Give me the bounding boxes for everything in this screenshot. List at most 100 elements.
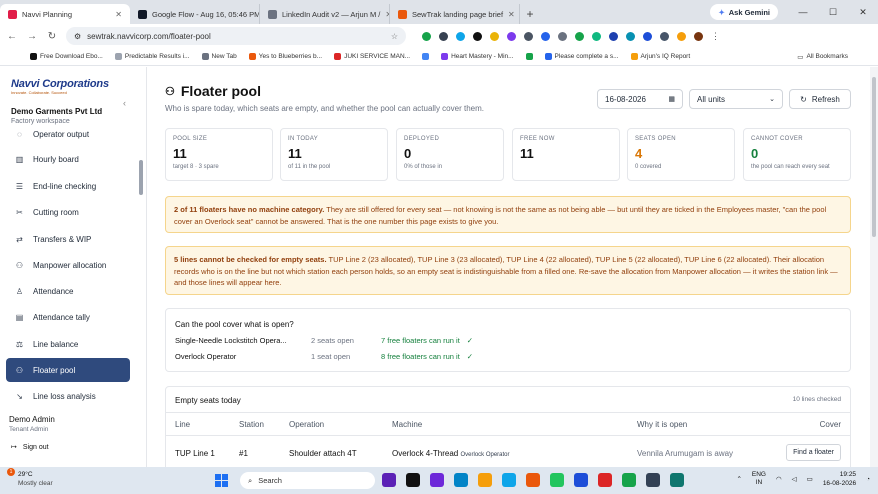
app-icon[interactable] bbox=[430, 473, 444, 487]
app-icon[interactable] bbox=[454, 473, 468, 487]
notification-badge: 1 bbox=[7, 468, 15, 476]
app-icon[interactable] bbox=[382, 473, 396, 487]
extension-icon[interactable] bbox=[524, 31, 533, 41]
tab-close-icon[interactable]: ✕ bbox=[115, 10, 122, 19]
site-info-icon[interactable]: ⚙ bbox=[74, 32, 81, 41]
browser-tab[interactable]: SewTrak landing page brief ✕ bbox=[390, 4, 520, 24]
extension-icon[interactable] bbox=[541, 31, 550, 41]
menu-dots-icon[interactable]: ⋮ bbox=[711, 31, 720, 42]
ask-gemini-button[interactable]: ✦ Ask Gemini bbox=[710, 4, 778, 20]
sidebar-item-attendance[interactable]: ♙ Attendance bbox=[6, 279, 130, 303]
extension-icon[interactable] bbox=[592, 31, 601, 41]
sidebar-item-cutting-room[interactable]: ✂ Cutting room bbox=[6, 200, 130, 224]
bookmark-item[interactable]: Yes to Blueberries b... bbox=[248, 53, 322, 60]
extension-icon[interactable] bbox=[609, 31, 618, 41]
bookmark-item[interactable] bbox=[422, 53, 430, 60]
bookmark-item[interactable]: Arjun's IQ Report bbox=[630, 53, 690, 60]
app-icon[interactable] bbox=[670, 473, 684, 487]
extension-icon[interactable] bbox=[473, 31, 482, 41]
edge-icon[interactable] bbox=[502, 473, 516, 487]
extension-icon[interactable] bbox=[643, 31, 652, 41]
extension-icon[interactable] bbox=[422, 31, 431, 41]
url-field[interactable]: ⚙ sewtrak.navvicorp.com/floater-pool ☆ bbox=[66, 27, 406, 45]
extension-icon[interactable] bbox=[456, 31, 465, 41]
sidebar-scrollbar[interactable] bbox=[139, 160, 143, 195]
extension-icon[interactable] bbox=[575, 31, 584, 41]
bookmark-item[interactable]: JUKI SERVICE MAN... bbox=[334, 53, 410, 60]
clock-time: 19:25 bbox=[839, 471, 857, 478]
bookmark-star-icon[interactable]: ☆ bbox=[391, 32, 398, 41]
extension-icon[interactable] bbox=[507, 31, 516, 41]
app-icon[interactable] bbox=[406, 473, 420, 487]
sidebar-item-line-loss-analysis[interactable]: ↘ Line loss analysis bbox=[6, 384, 130, 405]
page-scrollbar-thumb[interactable] bbox=[872, 77, 876, 237]
taskbar-search[interactable]: ⌕ Search bbox=[240, 472, 375, 489]
extension-icon[interactable] bbox=[660, 31, 669, 41]
maximize-icon[interactable]: ☐ bbox=[818, 0, 848, 24]
sidebar-item-end-line-checking[interactable]: ☰ End-line checking bbox=[6, 174, 130, 198]
windows-start-icon[interactable] bbox=[215, 474, 228, 487]
app-icon[interactable] bbox=[574, 473, 588, 487]
volume-icon[interactable]: ◁ bbox=[792, 475, 797, 483]
extension-icon[interactable] bbox=[558, 31, 567, 41]
sidebar-item-attendance-tally[interactable]: ▤ Attendance tally bbox=[6, 305, 130, 329]
extension-icon[interactable] bbox=[439, 31, 448, 41]
sidebar-item-hourly-board[interactable]: ▥ Hourly board bbox=[6, 147, 130, 171]
chevron-up-icon[interactable]: ⌃ bbox=[736, 475, 741, 483]
close-window-icon[interactable]: ✕ bbox=[848, 0, 878, 24]
sidebar-item-operator-output[interactable]: ◌ Operator output bbox=[6, 130, 130, 146]
date-picker[interactable]: 16-08-2026 ▦ bbox=[597, 89, 683, 109]
new-tab-button[interactable]: + bbox=[520, 4, 540, 24]
brave-icon[interactable] bbox=[526, 473, 540, 487]
chrome-icon[interactable] bbox=[622, 473, 636, 487]
bookmark-item[interactable]: New Tab bbox=[201, 53, 237, 60]
user-role: Tenant Admin bbox=[9, 426, 49, 433]
notifications-icon[interactable]: ◔ bbox=[866, 476, 870, 483]
language-indicator[interactable]: ENG IN bbox=[752, 471, 766, 487]
extension-icon[interactable] bbox=[490, 31, 499, 41]
bookmark-item[interactable]: Heart Mastery - Min... bbox=[441, 53, 514, 60]
bookmark-item[interactable] bbox=[525, 53, 533, 60]
file-explorer-icon[interactable] bbox=[478, 473, 492, 487]
browser-tab[interactable]: LinkedIn Audit v2 — Arjun M / ✕ bbox=[260, 4, 390, 24]
all-bookmarks[interactable]: ▭ All Bookmarks bbox=[797, 53, 848, 61]
divider bbox=[166, 412, 850, 413]
weather-widget[interactable]: 1 29°C Mostly clear bbox=[7, 468, 53, 488]
extension-icon[interactable] bbox=[677, 31, 686, 41]
units-select[interactable]: All units ⌄ bbox=[689, 89, 783, 109]
tab-favicon-icon bbox=[8, 9, 17, 19]
weather-desc: Mostly clear bbox=[18, 480, 53, 487]
reload-icon[interactable]: ↻ bbox=[46, 31, 58, 42]
forward-icon[interactable]: → bbox=[26, 31, 38, 42]
browser-tab[interactable]: Google Flow - Aug 16, 05:46 PM ✕ bbox=[130, 4, 260, 24]
chrome-icon[interactable] bbox=[550, 473, 564, 487]
extension-icon[interactable] bbox=[626, 31, 635, 41]
profile-avatar-icon[interactable] bbox=[694, 31, 703, 41]
find-floater-button[interactable]: Find a floater bbox=[786, 444, 841, 461]
brand-logo[interactable]: Navvi Corporations Innovate. Collaborate… bbox=[11, 78, 121, 95]
scissors-icon: ✂ bbox=[16, 207, 23, 217]
sidebar-item-transfers[interactable]: ⇄ Transfers & WIP bbox=[6, 227, 130, 251]
tab-close-icon[interactable]: ✕ bbox=[508, 10, 515, 19]
sidebar-item-line-balance[interactable]: ⚖ Line balance bbox=[6, 332, 130, 356]
sidebar-item-floater-pool[interactable]: ⚇ Floater pool bbox=[6, 358, 130, 382]
minimize-icon[interactable]: — bbox=[788, 0, 818, 24]
wifi-icon[interactable]: ◠ bbox=[776, 475, 782, 483]
clock[interactable]: 19:25 16-08-2026 bbox=[823, 470, 856, 488]
app-icon[interactable] bbox=[598, 473, 612, 487]
bookmark-item[interactable]: Predictable Results i... bbox=[114, 53, 190, 60]
refresh-button[interactable]: ↻ Refresh bbox=[789, 89, 851, 109]
bookmark-item[interactable]: Please complete a s... bbox=[544, 53, 619, 60]
page-scrollbar[interactable] bbox=[870, 67, 878, 467]
sign-out-button[interactable]: ↦ Sign out bbox=[11, 443, 49, 452]
back-icon[interactable]: ← bbox=[6, 31, 18, 42]
app-icon[interactable] bbox=[646, 473, 660, 487]
sidebar-item-manpower-allocation[interactable]: ⚇ Manpower allocation bbox=[6, 253, 130, 277]
calendar-icon[interactable]: ▦ bbox=[668, 95, 675, 103]
browser-tab-active[interactable]: Navvi Planning ✕ bbox=[0, 4, 130, 24]
battery-icon[interactable]: ▭ bbox=[807, 475, 813, 483]
units-value: All units bbox=[697, 94, 726, 104]
collapse-sidebar-icon[interactable]: ‹ bbox=[123, 98, 126, 108]
bookmark-item[interactable]: Free Download Ebo... bbox=[30, 53, 103, 60]
coverage-machine: Overlock Operator bbox=[175, 352, 237, 361]
